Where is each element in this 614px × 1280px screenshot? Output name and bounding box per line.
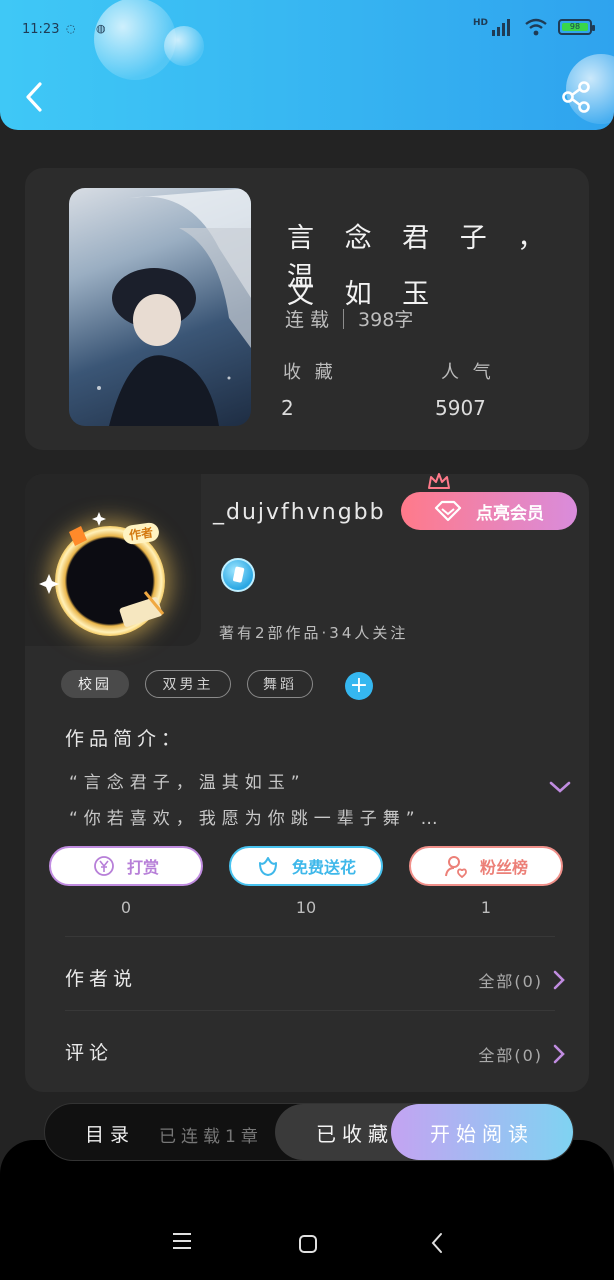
vip-label: 点亮会员: [476, 503, 544, 524]
network-type: HD: [472, 18, 488, 28]
section-divider-1: [65, 936, 555, 937]
chevron-right-icon: [553, 970, 565, 990]
author-says-more[interactable]: 全部(0): [478, 968, 565, 992]
wifi-icon: [525, 18, 547, 36]
book-meta: 连 载 398字: [285, 305, 413, 332]
signal-icon: [492, 19, 510, 36]
home-icon[interactable]: [298, 1234, 318, 1254]
flower-count: 10: [295, 898, 317, 917]
book-info-card: 言 念 君 子 ， 温 文 如 玉 连 载 398字 收 藏 2 人 气 590…: [25, 168, 589, 450]
chevron-right-icon: [553, 1044, 565, 1064]
favorites-label: 收 藏: [283, 362, 337, 383]
author-medal-icon[interactable]: [221, 558, 255, 592]
notification-icon-2: ◍: [96, 22, 106, 35]
vip-button[interactable]: 点亮会员: [401, 492, 577, 530]
share-icon: [562, 81, 590, 113]
battery-cap: [592, 25, 595, 31]
reward-button[interactable]: 打赏: [49, 846, 203, 886]
comments-title[interactable]: 评论: [65, 1038, 113, 1065]
cover-illustration: [97, 188, 251, 426]
send-flower-button[interactable]: 免费送花: [229, 846, 383, 886]
author-says-count: 全部(0): [478, 972, 543, 991]
top-header: 11:23 ◌ ◍ HD 98: [0, 0, 614, 130]
reading-action-bar: 目录 已连载1章 已收藏 开始阅读: [44, 1103, 574, 1161]
comments-more[interactable]: 全部(0): [478, 1042, 565, 1066]
diamond-icon: [434, 500, 462, 522]
comments-count: 全部(0): [478, 1046, 543, 1065]
author-name[interactable]: _dujvfhvngbb: [213, 500, 386, 525]
fans-rank-label: 粉丝榜: [479, 858, 528, 877]
book-status: 连 载: [285, 309, 330, 331]
sparkle-icon: [39, 512, 165, 627]
book-cover-image[interactable]: [69, 188, 251, 426]
author-card: 作者 _dujvfhvngbb 点亮会员 著有2部作品·34人关注 校园 双男主…: [25, 473, 589, 1092]
notification-icon: ◌: [66, 22, 76, 35]
status-bar: 11:23 ◌ ◍ HD 98: [0, 14, 614, 44]
menu-icon[interactable]: [172, 1232, 192, 1250]
tag-dance[interactable]: 舞蹈: [247, 670, 313, 698]
table-of-contents-button[interactable]: 目录: [85, 1120, 135, 1147]
chevron-down-icon[interactable]: [549, 780, 571, 794]
flower-icon: [258, 857, 277, 876]
chevron-left-icon: [26, 82, 42, 112]
popularity-label: 人 气: [441, 362, 495, 383]
intro-title: 作品简介：: [65, 728, 186, 750]
popularity-value: 5907: [435, 396, 486, 420]
tag-two-males[interactable]: 双男主: [145, 670, 231, 698]
favorites-value: 2: [281, 396, 294, 420]
battery-icon: 98: [558, 19, 595, 35]
fans-count: 1: [480, 898, 492, 917]
back-nav-icon[interactable]: [430, 1232, 444, 1254]
author-avatar-area[interactable]: 作者: [25, 474, 201, 646]
chapter-count: 已连载1章: [159, 1127, 263, 1147]
fans-rank-button[interactable]: 粉丝榜: [409, 846, 563, 886]
user-heart-icon: [444, 856, 467, 878]
battery-text: 98: [569, 22, 581, 31]
author-says-title[interactable]: 作者说: [65, 964, 137, 991]
send-flower-label: 免费送花: [291, 858, 356, 877]
back-button[interactable]: [20, 80, 50, 114]
crown-icon: [428, 473, 450, 489]
status-icons: HD 98: [472, 18, 595, 36]
reward-label: 打赏: [126, 858, 159, 877]
tag-campus[interactable]: 校园: [61, 670, 129, 698]
section-divider-2: [65, 1010, 555, 1011]
intro-line-1: “言念君子，温其如玉”: [69, 773, 306, 793]
status-time: 11:23: [22, 22, 60, 37]
reward-count: 0: [120, 898, 132, 917]
meta-divider: [343, 308, 345, 329]
phone-badge-icon: [233, 566, 245, 583]
yen-icon: [94, 856, 114, 876]
system-nav-bar: [0, 1210, 614, 1280]
start-reading-button[interactable]: 开始阅读: [391, 1104, 573, 1160]
intro-line-2: “你若喜欢，我愿为你跳一辈子舞”…: [69, 809, 444, 829]
author-stats: 著有2部作品·34人关注: [219, 624, 409, 642]
add-tag-button[interactable]: +: [345, 672, 373, 700]
share-button[interactable]: [560, 80, 592, 114]
book-word-count: 398字: [358, 309, 414, 331]
